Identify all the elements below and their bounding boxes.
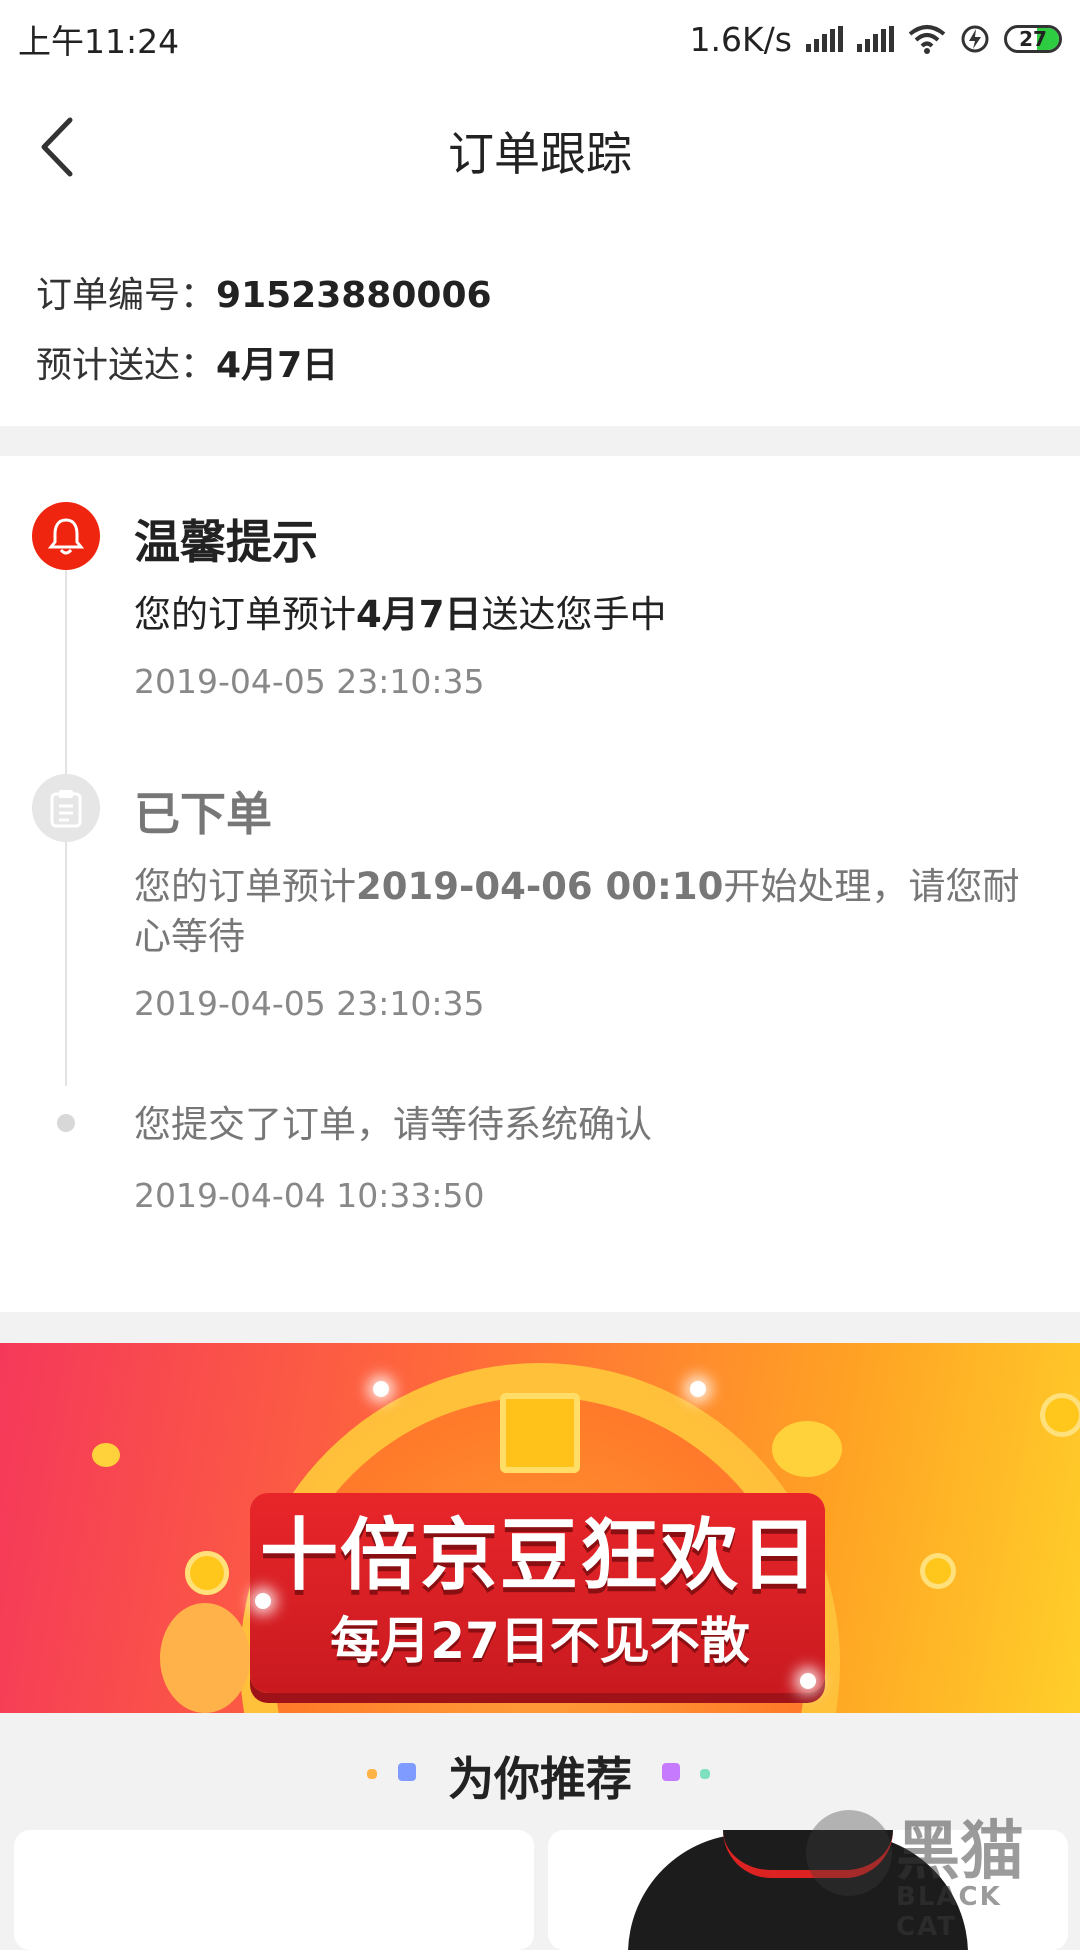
bean-icon — [160, 1603, 250, 1713]
signal-icon — [857, 26, 894, 52]
eta-row: 预计送达：4月7日 — [36, 336, 338, 388]
gift-icon — [500, 1393, 580, 1473]
order-number-label: 订单编号： — [36, 275, 217, 316]
wifi-icon — [908, 25, 946, 54]
status-icons: 1.6K/s 27 — [690, 20, 1062, 59]
coin-icon — [1040, 1393, 1080, 1437]
timeline-title: 已下单 — [134, 787, 272, 841]
status-time: 上午11:24 — [18, 22, 180, 61]
order-number-value: 91523880006 — [216, 275, 492, 316]
timeline-item-tip: 温馨提示 您的订单预计4月7日送达您手中 2019-04-05 23:10:35 — [134, 506, 1020, 701]
order-timeline: 温馨提示 您的订单预计4月7日送达您手中 2019-04-05 23:10:35… — [0, 456, 1080, 1312]
sparkle-icon — [690, 1381, 706, 1397]
bean-icon — [772, 1421, 842, 1477]
page-title: 订单跟踪 — [448, 127, 632, 181]
clipboard-icon — [50, 790, 82, 828]
watermark-text: 黑猫 — [896, 1815, 1024, 1889]
battery-level: 27 — [1019, 27, 1047, 51]
bean-icon — [92, 1443, 120, 1467]
product-card[interactable] — [14, 1830, 534, 1950]
battery-icon: 27 — [1004, 25, 1062, 53]
network-speed: 1.6K/s — [689, 19, 792, 59]
timeline-time: 2019-04-05 23:10:35 — [134, 984, 485, 1023]
eta-value: 4月7日 — [216, 345, 339, 386]
watermark: 黑猫 BLACK CAT — [796, 1800, 1066, 1942]
charging-icon — [961, 25, 989, 53]
order-info: 订单编号：91523880006 预计送达：4月7日 — [0, 214, 1080, 426]
cat-logo-icon — [806, 1810, 892, 1896]
timeline-title: 温馨提示 — [134, 515, 318, 569]
timeline-desc: 您的订单预计4月7日送达您手中 — [134, 593, 667, 636]
timeline-node-ordered — [32, 774, 100, 842]
promo-banner[interactable]: 十倍京豆狂欢日 每月27日不见不散 — [0, 1343, 1080, 1713]
bell-icon — [47, 518, 85, 555]
banner-title: 十倍京豆狂欢日 — [259, 1511, 820, 1601]
sparkle-icon — [373, 1381, 389, 1397]
deco-dot — [700, 1769, 710, 1779]
watermark-subtext: BLACK CAT — [896, 1882, 1002, 1942]
status-bar: 上午11:24 1.6K/s 27 — [0, 0, 1080, 78]
timeline-dot — [57, 1114, 75, 1132]
deco-dot — [662, 1763, 680, 1781]
timeline-item-submitted: 您提交了订单，请等待系统确认 2019-04-04 10:33:50 — [134, 1100, 1020, 1215]
timeline-desc: 您提交了订单，请等待系统确认 — [134, 1103, 652, 1146]
eta-label: 预计送达： — [36, 345, 217, 386]
coin-icon — [920, 1553, 956, 1589]
sparkle-icon — [800, 1673, 816, 1689]
timeline-desc: 您的订单预计2019-04-06 00:10开始处理，请您耐心等待 — [134, 865, 1020, 958]
coin-icon — [185, 1551, 229, 1595]
sparkle-icon — [255, 1593, 271, 1609]
signal-icon — [806, 26, 843, 52]
timeline-time: 2019-04-04 10:33:50 — [134, 1176, 485, 1215]
order-number-row: 订单编号：91523880006 — [36, 266, 492, 318]
banner-subtitle: 每月27日不见不散 — [330, 1612, 750, 1670]
timeline-item-ordered: 已下单 您的订单预计2019-04-06 00:10开始处理，请您耐心等待 20… — [134, 778, 1020, 1023]
nav-bar: 订单跟踪 — [0, 78, 1080, 214]
timeline-time: 2019-04-05 23:10:35 — [134, 662, 485, 701]
timeline-node-tip — [32, 502, 100, 570]
